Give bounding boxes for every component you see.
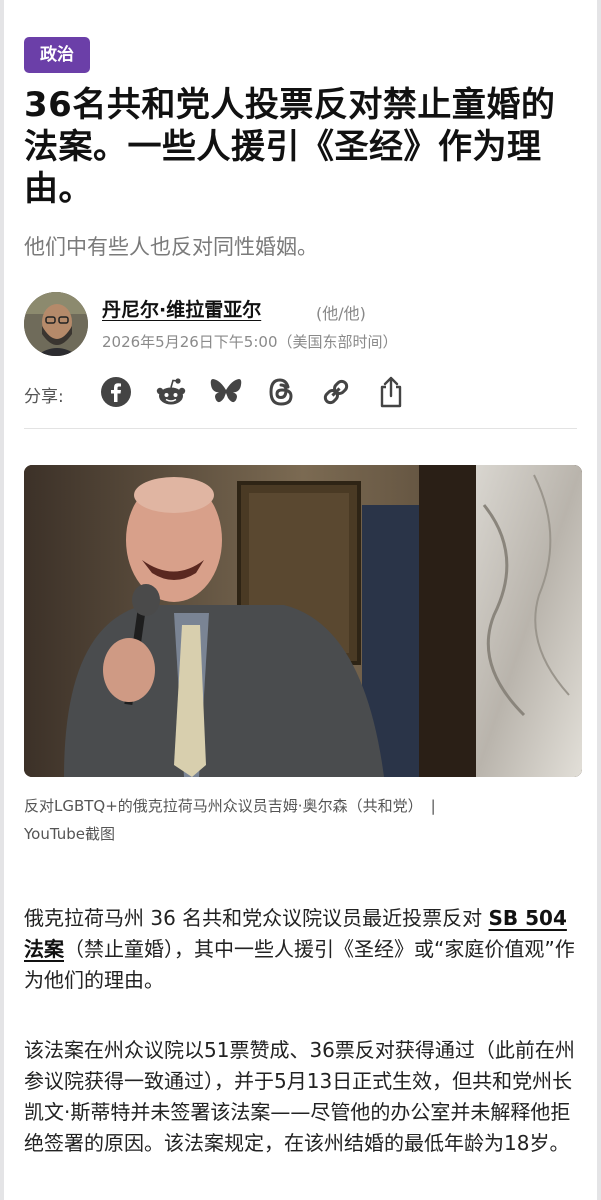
body-paragraph-2: 该法案在州众议院以51票赞成、36票反对获得通过（此前在州参议院获得一致通过），… [24, 1038, 575, 1155]
reddit-icon[interactable] [153, 374, 189, 410]
article-photo[interactable] [24, 465, 582, 777]
facebook-icon[interactable] [98, 374, 134, 410]
share-label: 分享: [24, 387, 64, 407]
photo-credit: YouTube截图 [24, 825, 115, 843]
divider [24, 428, 577, 429]
article-subheadline: 他们中有些人也反对同性婚姻。 [24, 235, 318, 259]
publish-timestamp: 2026年5月26日下午5:00（美国东部时间） [102, 333, 398, 351]
bluesky-icon[interactable] [208, 374, 244, 410]
link-icon[interactable] [318, 374, 354, 410]
threads-icon[interactable] [263, 374, 299, 410]
author-avatar[interactable] [24, 292, 88, 356]
share-icon[interactable] [373, 374, 409, 410]
author-name-link[interactable]: 丹尼尔·维拉雷亚尔 [102, 295, 261, 322]
author-pronouns: (他/他) [316, 304, 366, 323]
body-paragraph-1: 俄克拉荷马州 36 名共和党众议院议员最近投票反对 SB 504 法案（禁止童婚… [24, 903, 584, 996]
article-headline: 36名共和党人投票反对禁止童婚的法案。一些人援引《圣经》作为理由。 [24, 85, 556, 209]
caption-separator: | [430, 797, 436, 815]
category-badge[interactable]: 政治 [24, 37, 90, 73]
body-text: 俄克拉荷马州 36 名共和党众议院议员最近投票反对 [24, 906, 489, 930]
body-text: （禁止童婚），其中一些人援引《圣经》或“家庭价值观”作为他们的理由。 [24, 937, 575, 992]
photo-caption: 反对LGBTQ+的俄克拉荷马州众议员吉姆·奥尔森（共和党） | YouTube截图 [24, 792, 569, 848]
caption-text: 反对LGBTQ+的俄克拉荷马州众议员吉姆·奥尔森（共和党） [24, 797, 423, 815]
article-page: 政治 36名共和党人投票反对禁止童婚的法案。一些人援引《圣经》作为理由。 他们中… [4, 0, 597, 1200]
